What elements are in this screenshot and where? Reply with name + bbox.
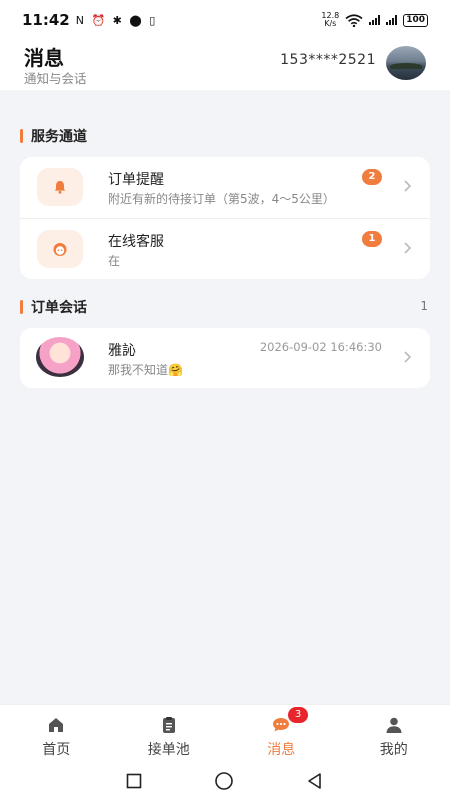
home-circle-icon[interactable] — [214, 771, 234, 791]
conversation-count: 1 — [420, 299, 428, 313]
signal-icon — [369, 15, 381, 25]
page-header: 消息 通知与会话 153****2521 — [0, 40, 450, 90]
net-speed-unit: K/s — [324, 19, 337, 28]
nav-profile[interactable]: 我的 — [338, 705, 450, 762]
status-bar: 11:42 N ⏰ ✱ ⬤ ▯ 12.8 K/s 100 — [0, 0, 450, 40]
nav-label: 首页 — [42, 742, 71, 758]
item-desc: 在 — [108, 254, 121, 268]
conversation-card: 雅訫 2026-09-02 16:46:30 那我不知道🤗 — [20, 328, 430, 388]
status-icons: N ⏰ ✱ ⬤ ▯ — [75, 13, 158, 27]
item-title: 订单提醒 — [108, 172, 164, 188]
home-icon — [49, 718, 64, 732]
system-nav-bar — [0, 762, 450, 800]
page-subtitle: 通知与会话 — [24, 71, 87, 86]
item-desc: 附近有新的待接订单（第5波，4～5公里） — [108, 192, 335, 206]
bell-icon — [37, 168, 83, 206]
section-accent-bar — [20, 129, 23, 143]
signal-icon-2 — [386, 15, 398, 25]
chevron-right-icon — [404, 180, 412, 192]
nav-order-pool[interactable]: 接单池 — [113, 705, 226, 762]
list-item-order-reminder[interactable]: 订单提醒 附近有新的待接订单（第5波，4～5公里） 2 — [20, 157, 430, 218]
nav-unread-badge: 3 — [288, 707, 308, 723]
list-item-customer-service[interactable]: 在线客服 在 1 — [20, 218, 430, 279]
net-speed: 12.8 K/s — [321, 12, 339, 28]
nav-messages[interactable]: 消息 3 — [225, 705, 338, 762]
wifi-icon — [345, 13, 363, 27]
order-section-label: 订单会话 — [31, 300, 87, 316]
recent-apps-icon[interactable] — [126, 773, 142, 789]
service-section-label: 服务通道 — [31, 129, 87, 145]
service-card: 订单提醒 附近有新的待接订单（第5波，4～5公里） 2 在线客服 在 1 — [20, 157, 430, 279]
status-time: 11:42 — [22, 11, 70, 29]
status-left: 11:42 N ⏰ ✱ ⬤ ▯ — [22, 11, 157, 29]
message-time: 2026-09-02 16:46:30 — [259, 340, 382, 354]
back-icon[interactable] — [306, 772, 324, 790]
nav-label: 消息 — [267, 742, 296, 758]
battery-icon: 100 — [403, 13, 428, 27]
user-phone: 153****2521 — [280, 52, 376, 68]
chevron-right-icon — [404, 242, 412, 254]
chevron-right-icon — [404, 351, 412, 363]
nav-label: 我的 — [379, 742, 408, 758]
conversation-item[interactable]: 雅訫 2026-09-02 16:46:30 那我不知道🤗 — [20, 328, 430, 388]
unread-badge: 2 — [362, 169, 382, 185]
order-section-title: 订单会话 — [20, 297, 87, 317]
section-accent-bar — [20, 300, 23, 314]
last-message: 那我不知道🤗 — [108, 363, 183, 377]
service-section-title: 服务通道 — [20, 126, 87, 146]
nav-label: 接单池 — [147, 742, 190, 758]
item-title: 在线客服 — [108, 234, 164, 250]
contact-name: 雅訫 — [108, 343, 136, 359]
page-title: 消息 — [24, 46, 64, 70]
profile-icon — [386, 717, 402, 733]
unread-badge: 1 — [362, 231, 382, 247]
clipboard-icon — [162, 717, 175, 733]
bottom-nav: 首页 接单池 消息 3 我的 — [0, 704, 450, 762]
nav-home[interactable]: 首页 — [0, 705, 113, 762]
customer-service-icon — [37, 230, 83, 268]
user-avatar[interactable] — [386, 46, 426, 80]
status-right: 12.8 K/s 100 — [321, 12, 428, 28]
contact-avatar — [36, 337, 84, 377]
